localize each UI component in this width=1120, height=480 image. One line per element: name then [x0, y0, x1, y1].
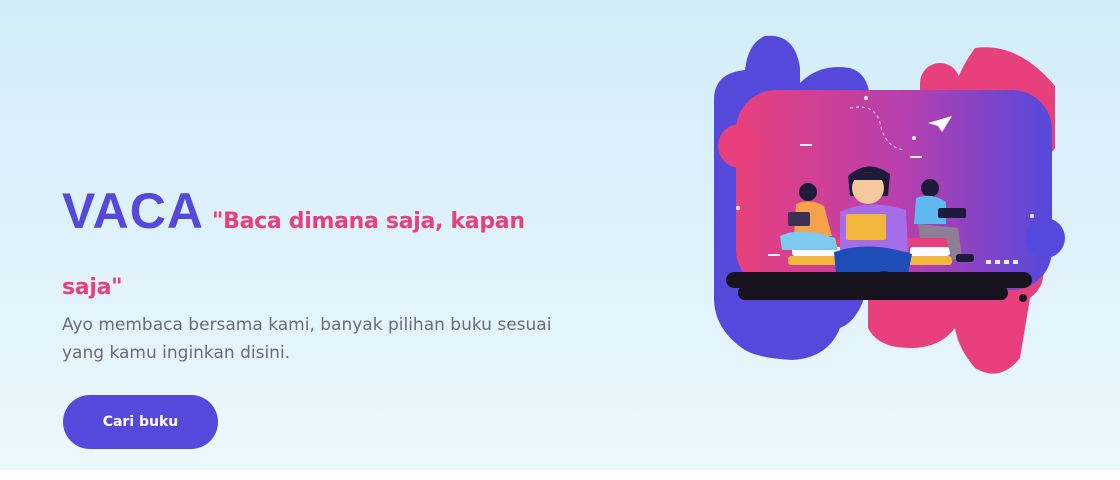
hero-description: Ayo membaca bersama kami, banyak pilihan… — [62, 311, 562, 367]
hero-section: VACA "Baca dimana saja, kapan saja" Ayo m… — [0, 0, 1120, 470]
page-bottom-strip — [0, 470, 1120, 480]
tagline-text-continued: saja" — [62, 275, 123, 300]
hero-title: VACA "Baca dimana saja, kapan — [62, 186, 582, 236]
blob-bump — [1025, 218, 1065, 258]
search-books-button[interactable]: Cari buku — [63, 395, 218, 449]
ground-bar — [738, 286, 1008, 300]
people-reading-books-illustration — [714, 35, 1065, 374]
brand-name: VACA — [62, 183, 204, 239]
ground-bar — [726, 272, 1032, 288]
book-stack-right — [906, 238, 952, 265]
blob-bump — [718, 124, 762, 168]
tagline-text: "Baca dimana saja, kapan — [211, 209, 525, 234]
hero-description-line: yang kamu inginkan disini. — [62, 343, 291, 363]
hero-description-line: Ayo membaca bersama kami, banyak pilihan… — [62, 315, 552, 335]
